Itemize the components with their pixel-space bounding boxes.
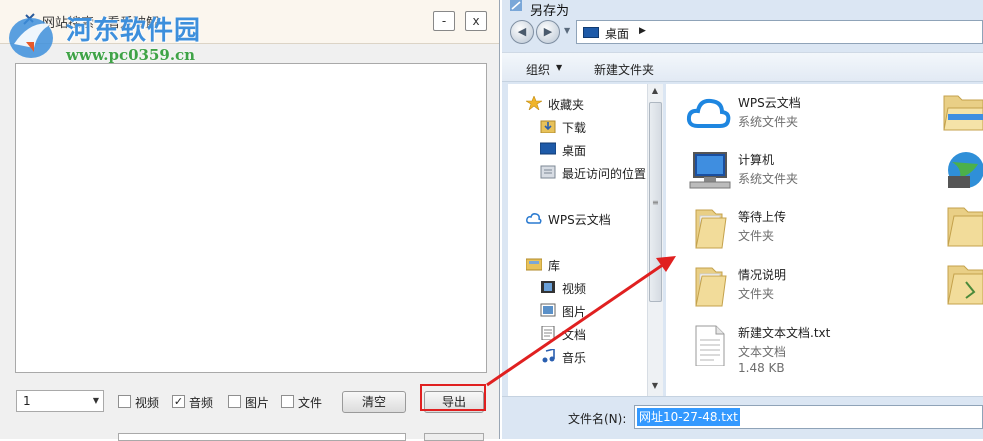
address-bar[interactable]: 桌面 ▶ [576,20,983,44]
file-type: 文件夹 [738,229,775,243]
file-name: 等待上传 [738,210,787,224]
file-item-folder-pending[interactable]: 等待上传 文件夹 [666,202,966,258]
audio-label: 音频 [189,396,214,410]
text-file-icon [695,325,725,366]
folder-icon[interactable] [938,262,983,306]
export-highlight-box [420,384,486,411]
grip-icon: ≡ [652,198,659,207]
nav-label: 文档 [562,328,587,342]
file-type: 系统文件夹 [738,115,799,129]
save-as-dialog: 另存为 ◀ ▶ ▼ 桌面 ▶ 组织 ▼ 新建文件夹 收藏夹 下载 桌面 最近访问… [502,0,983,439]
star-icon [526,96,542,110]
chevron-right-icon[interactable]: ▶ [639,26,646,36]
search-app-window: 网站搜索一看爱破解 - x 河东软件园 www.pc0359.cn 1 ▼ 视频… [0,0,500,441]
file-name: 新建文本文档.txt [738,326,831,340]
folder-icon[interactable] [938,204,983,248]
folder-icon[interactable] [938,90,983,134]
watermark-logo-icon [9,18,53,58]
back-button[interactable]: ◀ [510,20,534,44]
cloud-icon [526,213,542,224]
image-label: 图片 [245,396,270,410]
nav-label: 视频 [562,282,587,296]
video-checkbox[interactable] [118,395,131,408]
scrollbar-thumb[interactable]: ≡ [649,102,662,302]
file-list: WPS云文档 系统文件夹 计算机 系统文件夹 等待上传 文件夹 情况说明 文件夹… [666,84,983,396]
dropdown-arrow-icon: ▼ [92,396,99,405]
close-button[interactable]: x [465,11,487,31]
page-select-value: 1 [23,394,31,408]
file-item-computer[interactable]: 计算机 系统文件夹 [666,145,966,201]
forward-button[interactable]: ▶ [536,20,560,44]
picture-icon [540,303,556,317]
filename-label: 文件名(N): [568,412,627,426]
filename-value: 网址10-27-48.txt [637,408,740,426]
file-type: 系统文件夹 [738,172,799,186]
forward-arrow-icon: ▶ [543,25,553,38]
scroll-up-icon[interactable]: ▲ [648,86,662,95]
navigation-pane: 收藏夹 下载 桌面 最近访问的位置 WPS云文档 库 视频 图片 文档 音乐 [508,84,658,396]
desktop-icon [540,142,556,155]
network-globe-icon[interactable] [938,148,983,192]
file-item-wps-cloud[interactable]: WPS云文档 系统文件夹 [666,88,966,144]
filename-panel: 文件名(N): 网址10-27-48.txt [502,396,983,439]
clear-button[interactable]: 清空 [342,391,406,413]
file-type: 文件夹 [738,287,775,301]
dialog-icon [510,0,522,11]
nav-label: 图片 [562,305,587,319]
nav-label: 库 [548,259,561,273]
organize-dropdown-icon[interactable]: ▼ [556,63,562,72]
checkmark-icon: ✓ [173,395,184,408]
minimize-button[interactable]: - [433,11,455,31]
file-size: 1.48 KB [738,361,785,375]
recent-places-icon [540,165,556,179]
nav-label: 下载 [562,121,587,135]
file-label: 文件 [298,396,323,410]
cloud-icon [686,98,731,128]
address-text: 桌面 [605,27,630,41]
navigation-scrollbar[interactable]: ▲ ≡ ▼ [647,84,663,396]
video-icon [541,281,555,293]
nav-label: WPS云文档 [548,213,611,227]
result-list[interactable] [15,63,487,373]
file-type: 文本文档 [738,345,787,359]
file-item-folder-notes[interactable]: 情况说明 文件夹 [666,260,966,316]
page-select[interactable]: 1 ▼ [16,390,104,412]
document-icon [541,326,555,340]
file-name: WPS云文档 [738,96,801,110]
history-dropdown-icon[interactable]: ▼ [564,26,570,35]
nav-label: 音乐 [562,351,587,365]
search-button[interactable] [424,433,484,441]
watermark-title: 河东软件园 [66,16,202,46]
url-input[interactable] [118,433,406,441]
audio-checkbox[interactable]: ✓ [172,395,185,408]
folder-icon [695,209,727,249]
filename-input[interactable]: 网址10-27-48.txt [634,405,983,429]
organize-button[interactable]: 组织 [526,61,550,78]
library-icon [526,258,542,271]
dialog-title: 另存为 [530,4,570,19]
dialog-toolbar: 组织 ▼ 新建文件夹 [502,52,983,82]
image-checkbox[interactable] [228,395,241,408]
watermark-url: www.pc0359.cn [66,46,196,64]
download-folder-icon [540,120,556,133]
folder-icon [695,267,727,307]
back-arrow-icon: ◀ [517,25,527,38]
file-item-text-doc[interactable]: 新建文本文档.txt 文本文档 1.48 KB [666,318,966,380]
music-icon [542,349,555,363]
desktop-icon [583,27,599,38]
computer-icon [689,152,731,189]
scroll-down-icon[interactable]: ▼ [648,381,662,390]
nav-label: 最近访问的位置 [562,167,647,181]
nav-label: 收藏夹 [548,98,585,112]
file-name: 计算机 [738,153,775,167]
file-name: 情况说明 [738,268,787,282]
file-checkbox[interactable] [281,395,294,408]
nav-label: 桌面 [562,144,587,158]
new-folder-button[interactable]: 新建文件夹 [594,61,654,78]
video-label: 视频 [135,396,160,410]
